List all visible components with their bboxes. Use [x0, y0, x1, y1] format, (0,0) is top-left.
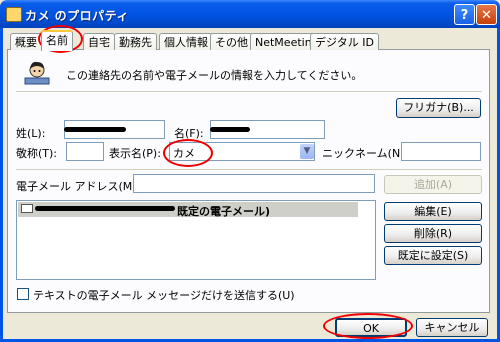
tab-name[interactable]: 名前	[41, 30, 73, 51]
set-default-button[interactable]: 既定に設定(S)	[384, 246, 482, 265]
nickname-label: ニックネーム(N):	[322, 147, 409, 160]
last-name-label: 姓(L):	[16, 127, 46, 140]
tab-home[interactable]: 自宅	[83, 33, 115, 50]
email-list-item-label: 既定の電子メール)	[177, 205, 271, 218]
add-button[interactable]: 追加(A)	[384, 175, 482, 194]
plain-text-label: テキストの電子メール メッセージだけを送信する(U)	[33, 289, 295, 302]
furigana-button[interactable]: フリガナ(B)...	[396, 98, 481, 118]
redaction-mark-email	[35, 206, 175, 211]
nickname-input[interactable]	[401, 142, 481, 161]
plain-text-checkbox[interactable]	[17, 288, 29, 300]
intro-separator	[16, 91, 482, 92]
contact-app-icon	[6, 7, 22, 22]
chevron-down-icon[interactable]: ▼	[300, 144, 314, 159]
annotation-oval-display-name	[163, 139, 213, 167]
window-frame-left	[0, 28, 3, 342]
delete-button[interactable]: 削除(R)	[384, 224, 482, 243]
tab-personal[interactable]: 個人情報	[159, 33, 213, 50]
title-input[interactable]	[66, 142, 104, 161]
section-separator	[16, 169, 482, 170]
display-name-label: 表示名(P):	[109, 147, 161, 160]
email-label: 電子メール アドレス(M):	[16, 180, 141, 193]
email-input[interactable]	[133, 174, 375, 193]
edit-button[interactable]: 編集(E)	[384, 202, 482, 221]
redaction-mark-first-name	[210, 127, 250, 132]
tab-summary[interactable]: 概要	[10, 33, 42, 50]
cancel-button[interactable]: キャンセル	[416, 318, 488, 337]
help-button[interactable]: ?	[454, 4, 475, 25]
envelope-icon	[21, 204, 33, 213]
title-label: 敬称(T):	[16, 147, 58, 160]
person-card-icon	[24, 59, 50, 85]
tab-business[interactable]: 勤務先	[114, 33, 157, 50]
redaction-mark-last-name	[64, 127, 126, 132]
window-title: カメ のプロパティ	[25, 9, 129, 23]
tab-digital-id[interactable]: デジタル ID	[310, 33, 379, 50]
close-button[interactable]: ✕	[476, 4, 497, 25]
intro-text: この連絡先の名前や電子メールの情報を入力してください。	[66, 69, 363, 82]
tab-other[interactable]: その他	[210, 33, 253, 50]
annotation-oval-ok	[323, 313, 413, 339]
